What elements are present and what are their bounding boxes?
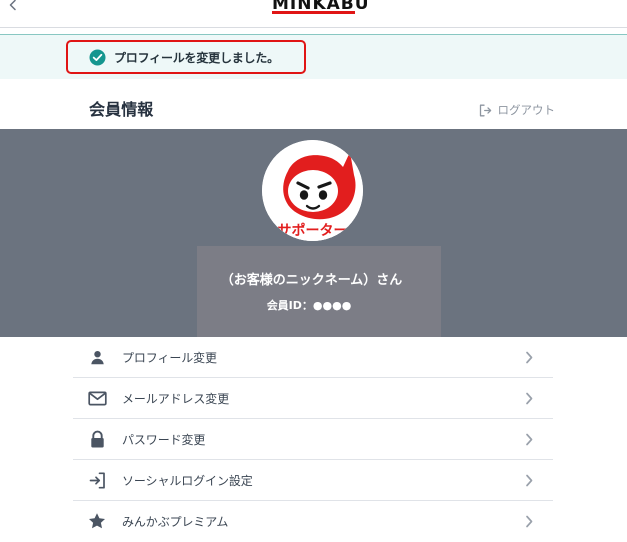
chevron-left-icon [9,0,16,11]
menu-item-email-change[interactable]: メールアドレス変更 [73,378,553,419]
logo-red-bar [272,11,355,14]
menu-item-minkabu-premium[interactable]: みんかぶプレミアム [73,501,553,542]
menu-label-password-change: パスワード変更 [122,432,206,447]
logout-icon [479,104,491,116]
profile-updated-message: プロフィールを変更しました。 [66,40,306,74]
check-circle-icon [88,48,106,66]
logout-link[interactable]: ログアウト [478,100,556,120]
supporter-avatar: サポーター [262,140,363,241]
lock-icon [85,427,109,451]
star-icon [85,510,109,534]
mail-icon [85,386,109,410]
logout-label: ログアウト [497,103,556,117]
profile-name-card [197,246,441,337]
page-title: 会員情報 [89,100,154,119]
menu-label-email-change: メールアドレス変更 [122,391,230,406]
back-button[interactable] [4,0,22,14]
menu-label-profile-change: プロフィール変更 [122,350,217,365]
menu-label-social-login-settings: ソーシャルログイン設定 [122,473,253,488]
account-menu: プロフィール変更 メールアドレス変更 パスワード変更 ソーシャルログイン設定 み… [73,337,553,542]
customer-nickname: （お客様のニックネーム）さん [220,273,403,288]
chevron-right-icon [522,473,536,487]
menu-item-social-login-settings[interactable]: ソーシャルログイン設定 [73,460,553,501]
menu-item-password-change[interactable]: パスワード変更 [73,419,553,460]
chevron-right-icon [522,514,536,528]
chevron-right-icon [522,391,536,405]
menu-item-profile-change[interactable]: プロフィール変更 [73,337,553,378]
minkabu-logo[interactable]: MINKABU [272,0,369,22]
user-icon [85,345,109,369]
member-info-header: 会員情報 ログアウト [89,98,555,124]
member-id: 会員ID：●●●● [266,299,352,312]
menu-label-minkabu-premium: みんかぶプレミアム [122,515,229,529]
chevron-right-icon [522,432,536,446]
member-profile-screen: MINKABU プロフィールを変更しました。 会員情報 ログアウト サポーター … [0,0,627,542]
chevron-right-icon [522,350,536,364]
login-arrow-icon [85,468,109,492]
top-header: MINKABU [0,0,627,28]
success-message-text: プロフィールを変更しました。 [114,50,279,65]
